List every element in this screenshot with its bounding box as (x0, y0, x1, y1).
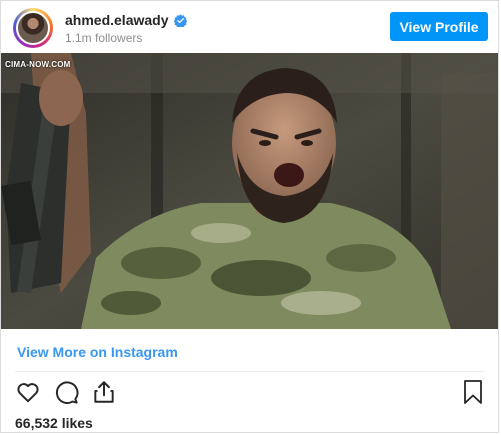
heart-icon[interactable] (15, 379, 41, 405)
post-header: ahmed.elawady 1.1m followers View Profil… (1, 1, 498, 53)
share-icon[interactable] (91, 379, 117, 405)
view-profile-button[interactable]: View Profile (390, 12, 488, 41)
avatar[interactable] (13, 8, 53, 48)
likes-count: 66,532 likes (15, 415, 93, 431)
post-photo (1, 53, 498, 329)
instagram-embed: ahmed.elawady 1.1m followers View Profil… (0, 0, 499, 433)
verified-badge-icon (173, 13, 187, 27)
post-image[interactable]: CIMA-NOW.COM (1, 53, 498, 329)
comment-icon[interactable] (53, 379, 79, 405)
username-row: ahmed.elawady (65, 12, 187, 28)
divider (15, 371, 484, 372)
bookmark-icon[interactable] (462, 379, 484, 405)
action-bar (15, 379, 117, 405)
username-link[interactable]: ahmed.elawady (65, 12, 169, 28)
view-more-link[interactable]: View More on Instagram (17, 344, 178, 360)
watermark: CIMA-NOW.COM (5, 60, 71, 69)
avatar-image (16, 11, 50, 45)
followers-count: 1.1m followers (65, 31, 143, 45)
